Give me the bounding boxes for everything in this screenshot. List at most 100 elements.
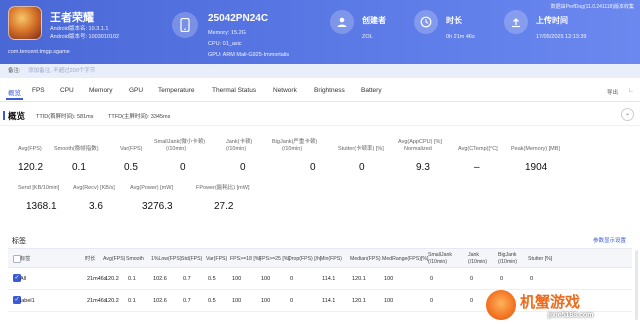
column-header[interactable]: Std(FPS): [181, 256, 202, 263]
table-cell: 0: [430, 298, 434, 304]
stat-label: 时长: [446, 16, 462, 25]
metric-stutter: Stutter(卡顿率) [%] 0: [338, 146, 384, 173]
table-cell: 0: [530, 276, 534, 282]
phone-icon: [172, 12, 198, 38]
column-header[interactable]: Median(FPS): [350, 256, 381, 263]
tab-bar: 概览 FPS CPU Memory GPU Temperature Therma…: [0, 82, 640, 102]
tab-overview[interactable]: 概览: [6, 87, 23, 100]
column-header[interactable]: 标签: [20, 256, 30, 263]
row-label: label1: [20, 298, 35, 304]
ttid-value: TTID(首屏时间): 581ms: [36, 114, 94, 120]
metric-var-fps: Var(FPS) 0.5: [120, 146, 143, 173]
metric-send: Send [KB/10min] 1368.1: [18, 185, 60, 212]
watermark-url: jixie5188.com: [548, 312, 594, 319]
column-header[interactable]: BigJank (/10min): [498, 252, 517, 265]
metric-avg-recv: Avg(Recv) [KB/s] 3.6: [73, 185, 115, 212]
metric-big-jank: BigJank(严重卡顿) (/10min) 0: [272, 139, 318, 173]
row-label: All: [20, 276, 27, 282]
stat-value: ZOL: [362, 34, 373, 40]
column-header[interactable]: Min(FPS): [320, 256, 342, 263]
table-cell: 120.2: [105, 276, 119, 282]
metric-small-jank: SmallJank(微小卡顿) (/10min) 0: [154, 139, 206, 173]
divider: [0, 125, 640, 126]
table-cell: 100: [232, 276, 242, 282]
column-header[interactable]: Var(FPS): [206, 256, 227, 263]
table-cell: 120.2: [105, 298, 119, 304]
table-row[interactable]: ✓ All 21m46s 120.2 0.1 102.6 0.7 0.5 100 100 0 114…: [8, 268, 632, 290]
tab-memory[interactable]: Memory: [89, 87, 112, 94]
tab-temperature[interactable]: Temperature: [158, 87, 195, 94]
column-header[interactable]: Jank (/10min): [468, 252, 487, 265]
table-cell: 21m46s: [87, 298, 107, 304]
report-header: 王者荣耀 Android版本名: 10.3.1.1 Android版本号: 10…: [0, 0, 640, 64]
app-name: 王者荣耀: [50, 12, 94, 24]
column-header[interactable]: 1%Low(FPS): [151, 256, 182, 263]
upload-icon: [504, 10, 528, 34]
table-cell: 102.6: [153, 276, 167, 282]
table-cell: 0.7: [183, 298, 191, 304]
chevron-down-icon[interactable]: ⌄: [621, 108, 634, 121]
user-icon: [330, 10, 354, 34]
metric-fpower: FPower(能耗比) [mW] 27.2: [196, 185, 250, 212]
collapse-icon[interactable]: ∟: [628, 88, 634, 94]
table-cell: 0: [470, 276, 474, 282]
metric-peak-memory: Peak(Memory) [MB] 1904: [511, 146, 560, 173]
note-label: 备注:: [8, 68, 21, 74]
column-header[interactable]: Drop(FPS) [/h]: [288, 256, 321, 263]
tab-battery[interactable]: Battery: [361, 87, 382, 94]
tab-network[interactable]: Network: [273, 87, 297, 94]
table-cell: 102.6: [153, 298, 167, 304]
device-memory: Memory: 15.2G: [208, 30, 246, 36]
column-header[interactable]: Smooth: [126, 256, 144, 263]
device-gpu: GPU: ARM Mali-G925-Immortalis: [208, 52, 289, 58]
table-cell: 0.5: [208, 276, 216, 282]
table-cell: 100: [261, 276, 271, 282]
table-cell: 0: [290, 276, 294, 282]
column-header[interactable]: Avg(FPS): [103, 256, 125, 263]
note-input[interactable]: 添加备注, 不超过200个字节: [28, 68, 95, 74]
collector-info-link[interactable]: 数据由PerfDog(11.0.241118)版本收集: [551, 3, 634, 10]
note-bar: 备注: 添加备注, 不超过200个字节: [0, 64, 640, 78]
stat-value: 0h 21m 46s: [446, 34, 475, 40]
table-cell: 0.1: [128, 276, 136, 282]
metric-jank: Jank(卡顿) (/10min) 0: [226, 139, 253, 173]
stat-value: 17/05/2025 12:13:39: [536, 34, 587, 40]
tab-cpu[interactable]: CPU: [60, 87, 74, 94]
table-cell: 100: [384, 298, 394, 304]
app-icon: [8, 6, 42, 40]
column-header[interactable]: FPS>=25 [%]: [259, 256, 290, 263]
metric-smooth: Smooth(稳帧指数) 0.1: [54, 146, 99, 173]
device-cpu: CPU: 01_asic: [208, 41, 242, 47]
metric-avg-fps: Avg(FPS) 120.2: [18, 146, 44, 173]
table-cell: 0: [290, 298, 294, 304]
app-info: 王者荣耀 Android版本名: 10.3.1.1 Android版本号: 10…: [8, 6, 158, 60]
app-version-code: Android版本号: 1003010102: [50, 34, 120, 40]
column-header[interactable]: FPS>=18 [%]: [230, 256, 261, 263]
app-package: com.tencent.tmgp.sgame: [8, 49, 70, 55]
tab-thermal-status[interactable]: Thermal Status: [212, 87, 256, 94]
table-cell: 114.1: [322, 298, 336, 304]
labels-title: 标签: [12, 238, 26, 245]
metric-avg-ctemp: Avg(CTemp)[°C] –: [458, 146, 498, 173]
tab-gpu[interactable]: GPU: [129, 87, 143, 94]
watermark: 机蟹游戏 jixie5188.com: [486, 288, 636, 322]
table-cell: 100: [261, 298, 271, 304]
export-button[interactable]: 导出: [607, 88, 618, 96]
tab-brightness[interactable]: Brightness: [314, 87, 345, 94]
column-settings-link[interactable]: 参数显示设置: [593, 236, 626, 244]
column-header[interactable]: MedRange(FPS)[%]: [382, 256, 428, 263]
tab-fps[interactable]: FPS: [32, 87, 45, 94]
table-cell: 100: [384, 276, 394, 282]
app-version-name: Android版本名: 10.3.1.1: [50, 26, 109, 32]
table-header: 标签 时长 Avg(FPS) Smooth 1%Low(FPS) Std(FPS) Var(…: [8, 248, 632, 268]
column-header[interactable]: 时长: [85, 256, 95, 263]
column-header[interactable]: SmallJank (/10min): [428, 252, 452, 265]
column-header[interactable]: Stutter [%]: [528, 256, 552, 263]
device-name: 25042PN24C: [208, 13, 269, 24]
table-cell: 120.1: [352, 298, 366, 304]
table-cell: 0: [470, 298, 474, 304]
table-cell: 0.1: [128, 298, 136, 304]
watermark-title: 机蟹游戏: [520, 294, 581, 311]
metric-avg-power: Avg(Power) [mW] 3276.3: [130, 185, 173, 212]
table-cell: 0.5: [208, 298, 216, 304]
